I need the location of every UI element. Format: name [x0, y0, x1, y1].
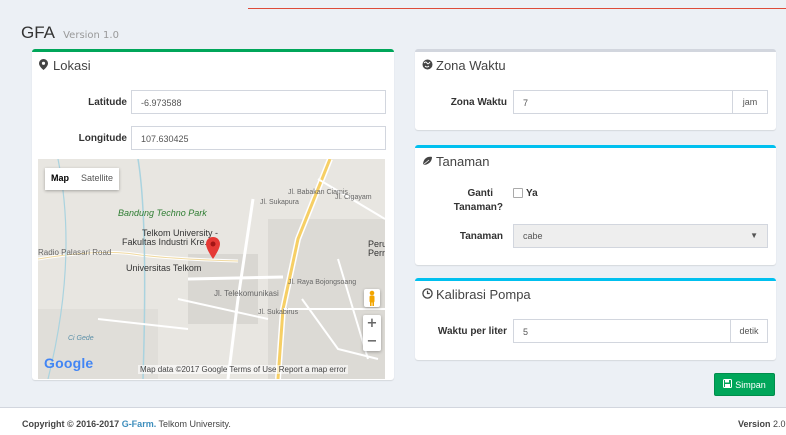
zoom-in-button[interactable]: +: [363, 315, 381, 333]
tanaman-box: Tanaman Ganti Tanaman? Ya Tanaman cabe ▼: [415, 145, 776, 265]
zona-waktu-field[interactable]: 7: [513, 90, 733, 114]
lokasi-box: Lokasi Latitude -6.973588 Longitude 107.…: [32, 49, 394, 380]
map-label-univ-telkom: Universitas Telkom: [126, 263, 202, 273]
map-type-control: Map Satellite: [45, 168, 120, 190]
zoom-out-button[interactable]: −: [363, 333, 381, 351]
tanaman-select[interactable]: cabe ▼: [513, 224, 768, 248]
zona-waktu-unit: jam: [732, 90, 768, 114]
waktu-per-liter-label: Waktu per liter: [437, 326, 507, 337]
longitude-field[interactable]: 107.630425: [131, 126, 386, 150]
tanaman-title: Tanaman: [422, 154, 489, 169]
footer-copyright-text: Copyright © 2016-2017: [22, 419, 120, 429]
footer-copyright: Copyright © 2016-2017 G-Farm. Telkom Uni…: [22, 419, 231, 429]
lokasi-title-text: Lokasi: [53, 58, 91, 73]
ganti-tanaman-option: Ya: [526, 188, 538, 199]
zona-waktu-title-text: Zona Waktu: [436, 58, 506, 73]
page-footer: Copyright © 2016-2017 G-Farm. Telkom Uni…: [0, 407, 786, 435]
zoom-control: + −: [363, 315, 381, 351]
kalibrasi-title: Kalibrasi Pompa: [422, 287, 531, 302]
map-label-jl-telekom: Jl. Telekomunikasi: [214, 289, 279, 298]
latitude-field[interactable]: -6.973588: [131, 90, 386, 114]
ganti-tanaman-checkbox[interactable]: [513, 188, 523, 198]
map-type-satellite-button[interactable]: Satellite: [75, 168, 119, 190]
longitude-label: Longitude: [78, 133, 127, 144]
tanaman-label: Tanaman: [459, 231, 503, 242]
footer-org: Telkom University.: [158, 419, 231, 429]
waktu-per-liter-unit: detik: [730, 319, 768, 343]
zona-waktu-title: Zona Waktu: [422, 58, 506, 73]
zona-waktu-box: Zona Waktu Zona Waktu 7 jam: [415, 49, 776, 130]
map-label-ci-gede: Ci Gede: [68, 335, 94, 342]
map-label-techno-park: Bandung Techno Park: [118, 208, 207, 218]
map-label-fakultas: Fakultas Industri Kre...: [122, 237, 213, 247]
map-attribution[interactable]: Map data ©2017 Google Terms of Use Repor…: [138, 365, 349, 374]
lokasi-title: Lokasi: [39, 58, 91, 73]
map-marker-icon: [39, 59, 51, 73]
kalibrasi-title-text: Kalibrasi Pompa: [436, 287, 531, 302]
map-label-jl-bojongsoang: Jl. Raya Bojongsoang: [288, 279, 357, 286]
clock-icon: [422, 288, 434, 302]
map-label-jl-sukabirus: Jl. Sukabirus: [258, 309, 299, 316]
ganti-tanaman-label-2: Tanaman?: [453, 202, 503, 213]
footer-version: Version 2.0: [738, 419, 786, 429]
leaf-icon: [422, 156, 434, 169]
caret-down-icon: ▼: [750, 231, 758, 240]
app-title: GFA: [21, 23, 56, 42]
map-pin-icon[interactable]: [206, 237, 220, 259]
kalibrasi-box: Kalibrasi Pompa Waktu per liter 5 detik: [415, 278, 776, 360]
footer-version-label: Version: [738, 419, 771, 429]
zona-waktu-label: Zona Waktu: [450, 97, 507, 108]
save-icon: [723, 379, 733, 390]
map-type-map-button[interactable]: Map: [45, 168, 75, 190]
top-bar-accent-line: [248, 8, 786, 9]
waktu-per-liter-field[interactable]: 5: [513, 319, 731, 343]
app-version: Version 1.0: [63, 30, 119, 41]
tanaman-select-value: cabe: [523, 231, 543, 241]
ganti-tanaman-label-1: Ganti: [467, 188, 493, 199]
google-logo: Google: [44, 355, 94, 371]
footer-version-value: 2.0: [773, 419, 786, 429]
globe-icon: [422, 59, 434, 73]
map-label-pern: Pern: [368, 248, 385, 258]
page-header: GFA Version 1.0: [21, 23, 119, 43]
map-label-jl-cigayam: Jl. Cigayam: [335, 194, 372, 201]
map-view[interactable]: Map Satellite Bandung Techno Park Telkom…: [38, 159, 385, 379]
map-label-jl-sukapura: Jl. Sukapura: [260, 199, 299, 206]
save-button[interactable]: Simpan: [714, 373, 775, 396]
tanaman-title-text: Tanaman: [436, 154, 490, 169]
street-view-pegman-icon[interactable]: [364, 289, 380, 307]
map-label-palasari: Radio Palasari Road: [38, 248, 112, 257]
save-button-label: Simpan: [735, 379, 766, 390]
latitude-label: Latitude: [88, 97, 127, 108]
footer-brand-link[interactable]: G-Farm.: [122, 419, 157, 429]
